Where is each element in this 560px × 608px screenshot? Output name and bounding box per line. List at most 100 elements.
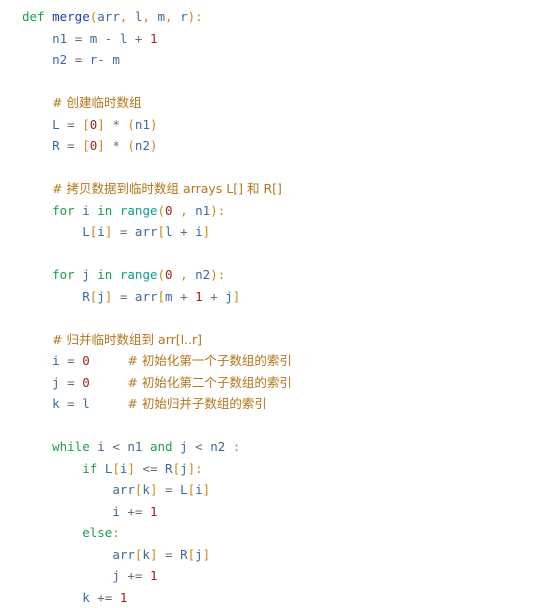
- code-indent: [22, 224, 82, 239]
- token-punc: (: [127, 138, 135, 153]
- code-line-blank: [22, 415, 560, 437]
- token-id: j: [112, 568, 120, 583]
- code-line: while i < n1 and j < n2 :: [22, 436, 560, 458]
- token-kw: in: [97, 203, 112, 218]
- token-id: i: [97, 224, 105, 239]
- code-indent: [22, 181, 52, 196]
- token-op: <: [105, 439, 128, 454]
- token-op: =: [67, 31, 90, 46]
- token-id: j: [97, 289, 105, 304]
- token-op: +=: [120, 504, 150, 519]
- token-punc: :: [218, 267, 226, 282]
- code-block[interactable]: def merge(arr, l, m, r): n1 = m - l + 1 …: [0, 0, 560, 608]
- code-line: if L[i] <= R[j]:: [22, 458, 560, 480]
- token-id: j: [52, 375, 60, 390]
- code-indent: [22, 375, 52, 390]
- token-punc: [: [158, 224, 166, 239]
- token-op: =: [60, 396, 83, 411]
- code-indent: [22, 203, 52, 218]
- token-id: j: [180, 461, 188, 476]
- token-op: =: [67, 52, 90, 67]
- token-op: +=: [120, 568, 150, 583]
- code-indent: [22, 31, 52, 46]
- token-kw: def: [22, 9, 45, 24]
- token-id: L: [52, 117, 60, 132]
- token-op: +: [173, 224, 196, 239]
- token-op: *: [105, 138, 128, 153]
- token-punc: (: [158, 203, 166, 218]
- token-punc: ]: [97, 138, 105, 153]
- token-kw: for: [52, 203, 75, 218]
- token-op: =: [157, 482, 180, 497]
- token-comment: # 初始归并子数组的索引: [127, 396, 266, 411]
- token-id: n1: [195, 203, 210, 218]
- token-op: -: [97, 31, 120, 46]
- code-line: arr[k] = L[i]: [22, 479, 560, 501]
- token-plain: [112, 203, 120, 218]
- token-punc: ): [150, 138, 158, 153]
- token-builtin: range: [120, 267, 158, 282]
- token-id: R: [82, 289, 90, 304]
- code-line: n1 = m - l + 1: [22, 28, 560, 50]
- token-id: l: [82, 396, 90, 411]
- token-num: 0: [165, 203, 173, 218]
- token-plain: [90, 353, 128, 368]
- token-id: n2: [195, 267, 210, 282]
- token-plain: [112, 267, 120, 282]
- token-comment: # 拷贝数据到临时数组 arrays L[] 和 R[]: [52, 181, 282, 196]
- token-kw: while: [52, 439, 90, 454]
- token-punc: ,: [142, 9, 157, 24]
- token-plain: [142, 439, 150, 454]
- token-punc: [: [82, 138, 90, 153]
- code-indent: [22, 332, 52, 347]
- code-line: def merge(arr, l, m, r):: [22, 6, 560, 28]
- token-id: i: [112, 504, 120, 519]
- token-punc: ): [210, 267, 218, 282]
- token-punc: ]: [203, 482, 211, 497]
- token-op: =: [112, 289, 135, 304]
- token-id: arr: [112, 482, 135, 497]
- token-id: k: [82, 590, 90, 605]
- token-op: =: [112, 224, 135, 239]
- code-line: i += 1: [22, 501, 560, 523]
- token-id: i: [97, 439, 105, 454]
- token-op: *: [105, 117, 128, 132]
- token-comment: # 创建临时数组: [52, 95, 141, 110]
- token-num: 1: [150, 31, 158, 46]
- token-punc: [: [158, 289, 166, 304]
- token-id: l: [165, 224, 173, 239]
- token-op: +: [127, 31, 150, 46]
- code-indent: [22, 289, 82, 304]
- token-op: =: [60, 375, 83, 390]
- token-id: r: [180, 9, 188, 24]
- token-punc: ]: [127, 461, 135, 476]
- token-num: 1: [195, 289, 203, 304]
- code-line: for i in range(0 , n1):: [22, 200, 560, 222]
- token-kw: in: [97, 267, 112, 282]
- token-kw: for: [52, 267, 75, 282]
- token-plain: [90, 396, 128, 411]
- token-kw: else: [82, 525, 112, 540]
- code-indent: [22, 482, 112, 497]
- code-indent: [22, 547, 112, 562]
- token-id: n2: [52, 52, 67, 67]
- token-id: n1: [127, 439, 142, 454]
- token-punc: ,: [173, 203, 196, 218]
- token-punc: ,: [120, 9, 135, 24]
- token-id: m: [165, 289, 173, 304]
- token-id: m: [158, 9, 166, 24]
- token-id: L: [180, 482, 188, 497]
- code-line-blank: [22, 243, 560, 265]
- code-indent: [22, 525, 82, 540]
- token-op: -: [97, 52, 112, 67]
- token-id: k: [52, 396, 60, 411]
- code-indent: [22, 52, 52, 67]
- token-kw: if: [82, 461, 97, 476]
- token-id: n1: [52, 31, 67, 46]
- code-line: k += 1: [22, 587, 560, 608]
- code-indent: [22, 138, 52, 153]
- token-num: 0: [82, 353, 90, 368]
- token-id: R: [180, 547, 188, 562]
- code-line: # 归并临时数组到 arr[l..r]: [22, 329, 560, 351]
- token-punc: ]: [97, 117, 105, 132]
